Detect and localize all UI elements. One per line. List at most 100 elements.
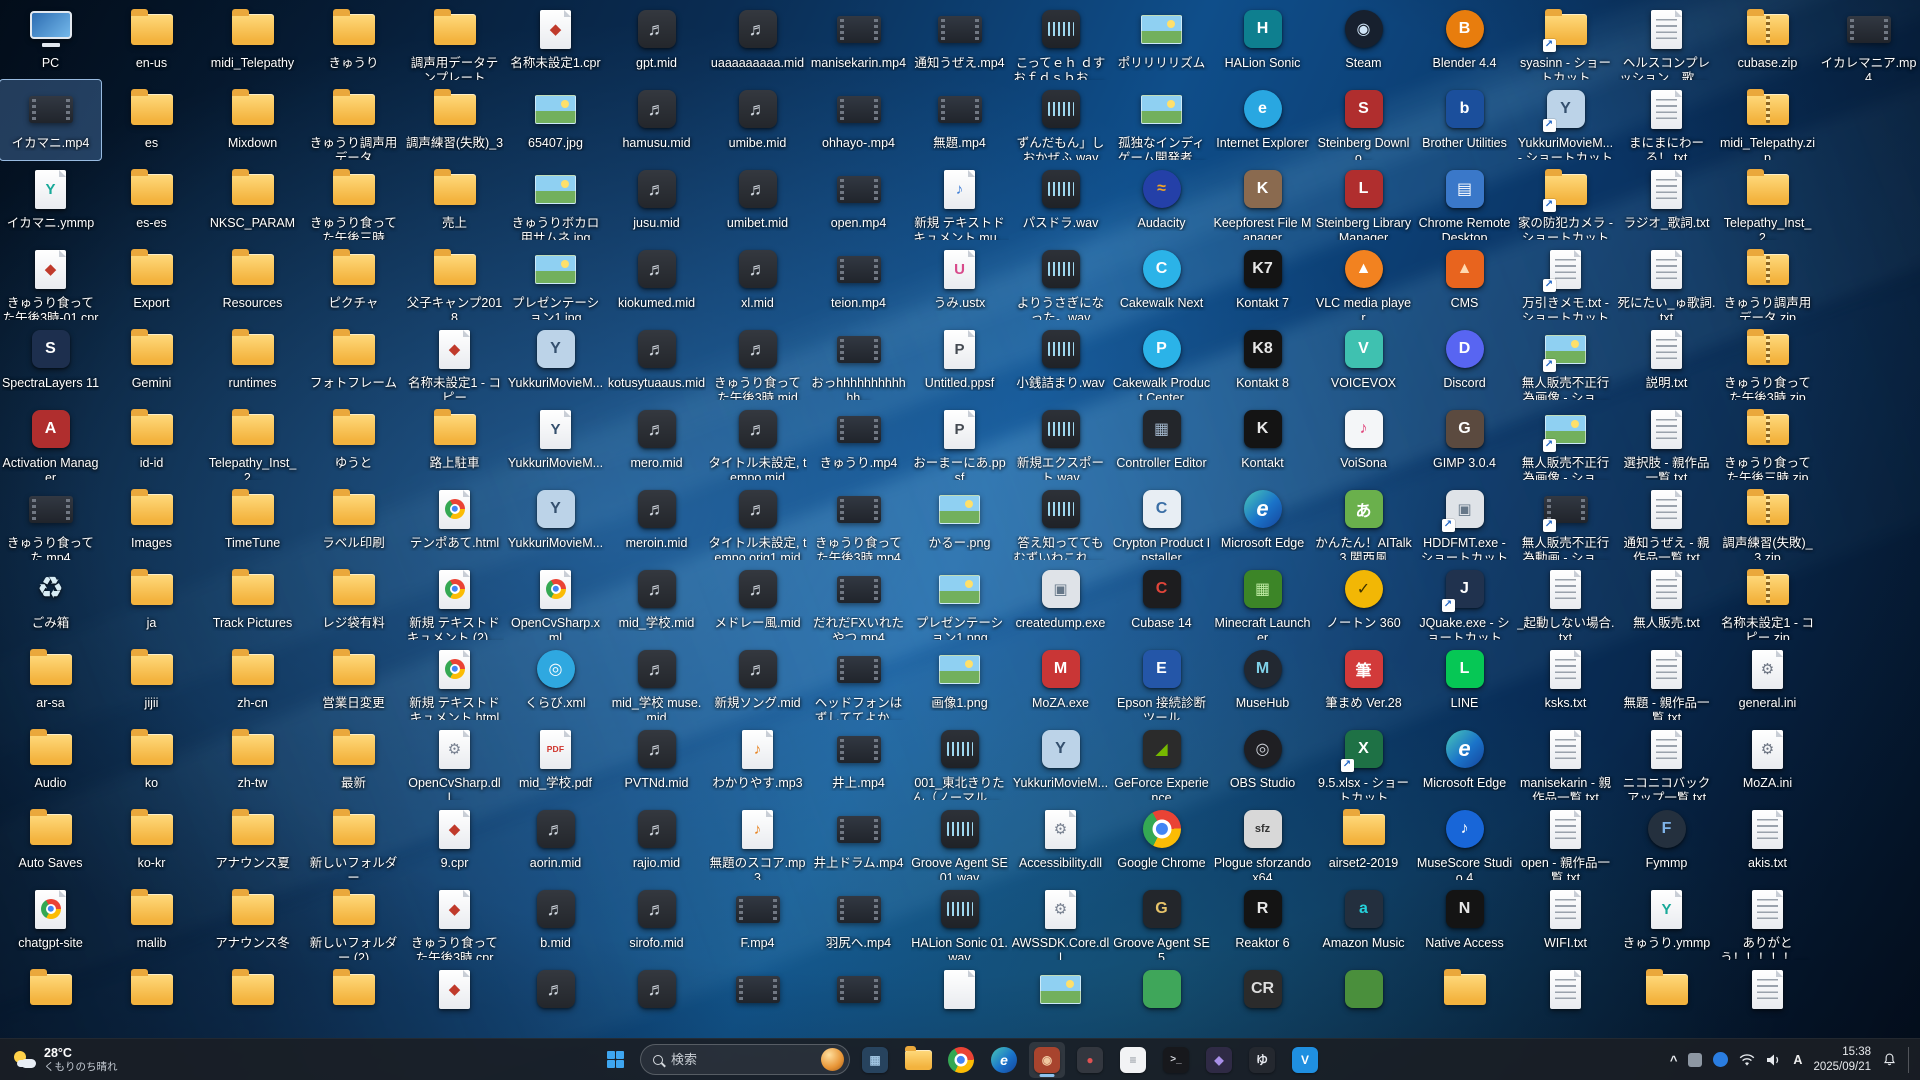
- desktop-icon[interactable]: [202, 960, 303, 1038]
- desktop-icon[interactable]: OpenCvSharp.xml: [505, 560, 606, 640]
- desktop-icon[interactable]: ▲VLC media player: [1313, 240, 1414, 320]
- desktop-icon[interactable]: プレゼンテーション1.jpg: [505, 240, 606, 320]
- desktop-icon[interactable]: あかんたん！AITalk 3 関西風: [1313, 480, 1414, 560]
- desktop-icon[interactable]: TimeTune: [202, 480, 303, 560]
- desktop-icon[interactable]: ♬umibet.mid: [707, 160, 808, 240]
- desktop-icon[interactable]: アナウンス夏: [202, 800, 303, 880]
- desktop-icon[interactable]: ♪無題のスコア.mp3: [707, 800, 808, 880]
- desktop-icon[interactable]: 新しいフォルダー: [303, 800, 404, 880]
- desktop-icon[interactable]: malib: [101, 880, 202, 960]
- desktop-icon[interactable]: フォトフレーム: [303, 320, 404, 400]
- desktop-icon[interactable]: ko: [101, 720, 202, 800]
- desktop-icon[interactable]: 調声用データテンプレート: [404, 0, 505, 80]
- clock[interactable]: 15:38 2025/09/21: [1813, 1045, 1871, 1075]
- desktop-icon[interactable]: VVOICEVOX: [1313, 320, 1414, 400]
- desktop-icon[interactable]: ↗無人販売不正行為動画 - ショートカット: [1515, 480, 1616, 560]
- desktop-icon[interactable]: [303, 960, 404, 1038]
- desktop-icon[interactable]: RReaktor 6: [1212, 880, 1313, 960]
- desktop-icon[interactable]: 無題 - 親作品一覧.txt: [1616, 640, 1717, 720]
- desktop-icon[interactable]: 羽尻へ.mp4: [808, 880, 909, 960]
- desktop-icon[interactable]: 井上ドラム.mp4: [808, 800, 909, 880]
- desktop-icon[interactable]: ラジオ_歌詞.txt: [1616, 160, 1717, 240]
- desktop-icon[interactable]: YYukkuriMovieM...: [505, 480, 606, 560]
- desktop-icon[interactable]: ▦Minecraft Launcher: [1212, 560, 1313, 640]
- desktop-icon[interactable]: BBlender 4.4: [1414, 0, 1515, 80]
- desktop-icon[interactable]: WIFI.txt: [1515, 880, 1616, 960]
- desktop-icon[interactable]: きゅうり食ってた午後三時.zip: [1717, 400, 1818, 480]
- desktop-icon[interactable]: 小銭詰まり.wav: [1010, 320, 1111, 400]
- hidden-icons-chevron[interactable]: ^: [1670, 1053, 1678, 1068]
- desktop-icon[interactable]: ◆きゅうり食ってた午後3時-01.cpr: [0, 240, 101, 320]
- desktop-icon[interactable]: zh-cn: [202, 640, 303, 720]
- desktop-icon[interactable]: ↗家の防犯カメラ - ショートカット: [1515, 160, 1616, 240]
- desktop-icon[interactable]: KKontakt: [1212, 400, 1313, 480]
- desktop-icon[interactable]: 死にたい_ゅ歌詞.txt: [1616, 240, 1717, 320]
- desktop-icon[interactable]: ▤Chrome Remote Desktop: [1414, 160, 1515, 240]
- desktop-icon[interactable]: Google Chrome: [1111, 800, 1212, 880]
- desktop-icon[interactable]: イカレマニア.mp4: [1818, 0, 1919, 80]
- desktop-icon[interactable]: akis.txt: [1717, 800, 1818, 880]
- desktop-icon[interactable]: jijii: [101, 640, 202, 720]
- desktop-icon[interactable]: midi_Telepathy: [202, 0, 303, 80]
- taskbar-search[interactable]: [640, 1044, 850, 1075]
- desktop-icon[interactable]: ヘッドフォンはずしててよかった.mp4: [808, 640, 909, 720]
- wifi-icon[interactable]: [1739, 1053, 1755, 1067]
- desktop-icon[interactable]: ♪わかりやす.mp3: [707, 720, 808, 800]
- desktop-icon[interactable]: Mixdown: [202, 80, 303, 160]
- desktop-icon[interactable]: ♬xl.mid: [707, 240, 808, 320]
- desktop-icon[interactable]: Yきゅうり.ymmp: [1616, 880, 1717, 960]
- search-input[interactable]: [671, 1052, 813, 1067]
- desktop-icon[interactable]: K7Kontakt 7: [1212, 240, 1313, 320]
- desktop-icon[interactable]: ◎くらび.xml: [505, 640, 606, 720]
- desktop-icon[interactable]: [1111, 960, 1212, 1038]
- desktop-icon[interactable]: midi_Telepathy.zip: [1717, 80, 1818, 160]
- desktop-icon[interactable]: 答え知っててもむずいわこれ.wav: [1010, 480, 1111, 560]
- desktop-icon[interactable]: open.mp4: [808, 160, 909, 240]
- desktop-icon[interactable]: Pおーまーにあ.ppsf: [909, 400, 1010, 480]
- desktop-icon[interactable]: 65407.jpg: [505, 80, 606, 160]
- desktop-icon[interactable]: ▲CMS: [1414, 240, 1515, 320]
- desktop-icon[interactable]: runtimes: [202, 320, 303, 400]
- desktop-icon[interactable]: ⚙OpenCvSharp.dll...: [404, 720, 505, 800]
- desktop-icon[interactable]: Export: [101, 240, 202, 320]
- desktop-icon[interactable]: NNative Access: [1414, 880, 1515, 960]
- desktop-icon[interactable]: きゅうり食ってた午後3時.zip: [1717, 320, 1818, 400]
- desktop-icon[interactable]: GGIMP 3.0.4: [1414, 400, 1515, 480]
- desktop-icon[interactable]: ずんだもん」しおかぜふ.wav: [1010, 80, 1111, 160]
- desktop-icon[interactable]: 井上.mp4: [808, 720, 909, 800]
- desktop-icon[interactable]: [707, 960, 808, 1038]
- desktop-icon[interactable]: ♬きゅうり食ってた午後3時.mid: [707, 320, 808, 400]
- desktop-icon[interactable]: ♬gpt.mid: [606, 0, 707, 80]
- desktop-icon[interactable]: [1717, 960, 1818, 1038]
- desktop-icon[interactable]: X↗9.5.xlsx - ショートカット: [1313, 720, 1414, 800]
- pinned-app-monitor[interactable]: ▦: [857, 1042, 893, 1078]
- desktop-icon[interactable]: ⚙AWSSDK.Core.dll: [1010, 880, 1111, 960]
- ymm-app[interactable]: ゆ: [1244, 1042, 1280, 1078]
- desktop-icon[interactable]: EEpson 接続診断ツール: [1111, 640, 1212, 720]
- desktop-icon[interactable]: ♬: [505, 960, 606, 1038]
- desktop-icon[interactable]: ↗無人販売不正行為画像 - ショートカット: [1515, 400, 1616, 480]
- desktop-icon[interactable]: K8Kontakt 8: [1212, 320, 1313, 400]
- desktop-icon[interactable]: zh-tw: [202, 720, 303, 800]
- desktop-icon[interactable]: 調声練習(失敗)_3.zip: [1717, 480, 1818, 560]
- desktop-icon[interactable]: CR: [1212, 960, 1313, 1038]
- desktop-icon[interactable]: ≈Audacity: [1111, 160, 1212, 240]
- desktop-icon[interactable]: ko-kr: [101, 800, 202, 880]
- desktop-icon[interactable]: 選択肢 - 親作品一覧.txt: [1616, 400, 1717, 480]
- desktop-icon[interactable]: おっhhhhhhhhhhhh...: [808, 320, 909, 400]
- desktop-icon[interactable]: ⚙MoZA.ini: [1717, 720, 1818, 800]
- desktop-icon[interactable]: きゅうりボカロ用サムネ.jpg: [505, 160, 606, 240]
- desktop-icon[interactable]: Resources: [202, 240, 303, 320]
- google-chrome[interactable]: [943, 1042, 979, 1078]
- desktop-icon[interactable]: ♬umibe.mid: [707, 80, 808, 160]
- desktop-icon[interactable]: F.mp4: [707, 880, 808, 960]
- desktop-icon[interactable]: 無題.mp4: [909, 80, 1010, 160]
- audio-app[interactable]: ●: [1072, 1042, 1108, 1078]
- desktop-icon[interactable]: イカマニ.mp4: [0, 80, 101, 160]
- desktop-icon[interactable]: ニコニコバックアップ一覧.txt: [1616, 720, 1717, 800]
- desktop-icon[interactable]: 最新: [303, 720, 404, 800]
- desktop-icon[interactable]: manisekarin.mp4: [808, 0, 909, 80]
- desktop-icon[interactable]: cubase.zip: [1717, 0, 1818, 80]
- desktop-icon[interactable]: だれだFXいれたやつ.mp4: [808, 560, 909, 640]
- desktop-icon[interactable]: ⚙Accessibility.dll: [1010, 800, 1111, 880]
